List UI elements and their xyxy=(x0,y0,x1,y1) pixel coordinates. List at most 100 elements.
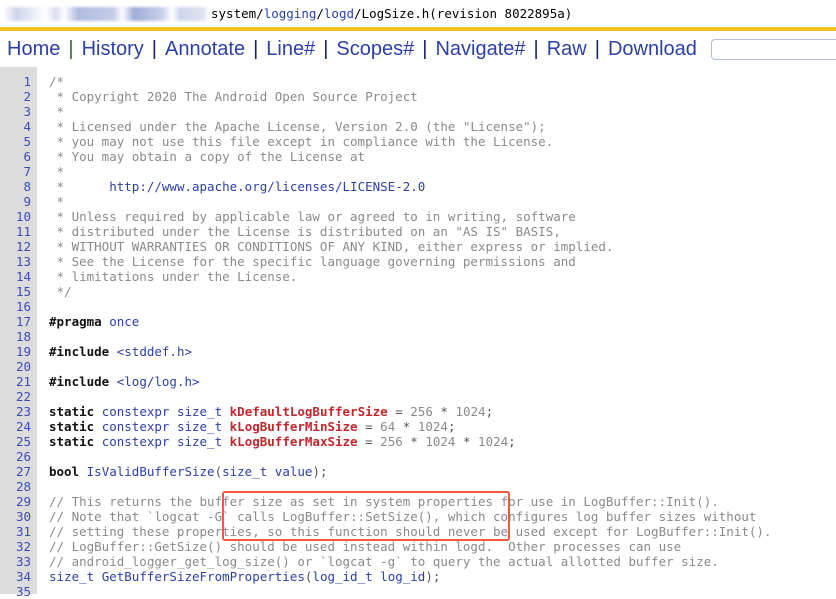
line-number[interactable]: 17 xyxy=(0,314,37,329)
line-number[interactable]: 35 xyxy=(0,584,37,599)
code-token: size_t xyxy=(49,569,95,584)
line-number[interactable]: 14 xyxy=(0,269,37,284)
nav-separator: | xyxy=(422,38,428,60)
license-url-link[interactable]: http://www.apache.org/licenses/LICENSE-2… xyxy=(109,179,425,194)
code-token: constexpr xyxy=(101,404,170,419)
navigation-bar: Home | History | Annotate | Line# | Scopes# | Navi… xyxy=(0,31,836,67)
line-number[interactable]: 28 xyxy=(0,479,37,494)
line-number[interactable]: 27 xyxy=(0,464,37,479)
line-number[interactable]: 5 xyxy=(0,134,37,149)
nav-link-scopes[interactable]: Scopes# xyxy=(329,39,421,59)
source-code[interactable]: /* * Copyright 2020 The Android Open Sou… xyxy=(37,67,836,594)
code-line: */ xyxy=(49,284,836,299)
path-segment-5: / xyxy=(354,6,362,21)
line-number[interactable]: 24 xyxy=(0,419,37,434)
code-token: * WITHOUT WARRANTIES OR CONDITIONS OF AN… xyxy=(49,239,614,254)
line-number[interactable]: 11 xyxy=(0,224,37,239)
code-token: // This returns the buffer size as set i… xyxy=(49,494,719,509)
code-line: * See the License for the specific langu… xyxy=(49,254,836,269)
nav-link-history[interactable]: History xyxy=(75,39,151,59)
code-token: * xyxy=(410,434,418,449)
line-number[interactable]: 20 xyxy=(0,359,37,374)
nav-link-navigate[interactable]: Navigate# xyxy=(428,39,532,59)
code-token: * You may obtain a copy of the License a… xyxy=(49,149,366,164)
code-token: /* xyxy=(49,74,65,89)
line-number[interactable]: 19 xyxy=(0,344,37,359)
code-line: * Copyright 2020 The Android Open Source… xyxy=(49,89,836,104)
line-number[interactable]: 16 xyxy=(0,299,37,314)
line-number[interactable]: 23 xyxy=(0,404,37,419)
code-token: ; xyxy=(485,404,494,419)
code-token: 1024 xyxy=(425,434,456,449)
file-path: system/logging/logd/LogSize.h xyxy=(211,6,429,21)
code-token: * limitations under the License. xyxy=(49,269,298,284)
code-line: #include <stddef.h> xyxy=(49,344,836,359)
code-line: * you may not use this file except in co… xyxy=(49,134,836,149)
code-token: 256 xyxy=(410,404,433,419)
code-token: * Unless required by applicable law or a… xyxy=(49,209,576,224)
path-link-logging[interactable]: logging xyxy=(264,6,317,21)
code-token: static xyxy=(49,404,95,419)
code-token: 1024 xyxy=(478,434,509,449)
line-number[interactable]: 21 xyxy=(0,374,37,389)
line-number[interactable]: 29 xyxy=(0,494,37,509)
line-number[interactable]: 2 xyxy=(0,89,37,104)
path-link-logd[interactable]: logd xyxy=(324,6,354,21)
code-line: * limitations under the License. xyxy=(49,269,836,284)
code-token: * Copyright 2020 The Android Open Source… xyxy=(49,89,418,104)
line-number[interactable]: 34 xyxy=(0,569,37,584)
code-token: * xyxy=(462,434,471,449)
path-segment-3: / xyxy=(316,6,324,21)
code-token: #pragma xyxy=(49,314,102,329)
nav-link-home[interactable]: Home xyxy=(5,39,67,59)
code-token: ); xyxy=(425,569,441,584)
code-token: log_id xyxy=(380,569,426,584)
code-token: static xyxy=(49,419,95,434)
line-number[interactable]: 10 xyxy=(0,209,37,224)
line-number[interactable]: 31 xyxy=(0,524,37,539)
line-number[interactable]: 32 xyxy=(0,539,37,554)
code-line: bool IsValidBufferSize(size_t value); xyxy=(49,464,836,479)
nav-link-download[interactable]: Download xyxy=(601,39,704,59)
code-token: * xyxy=(49,104,65,119)
code-token: constexpr xyxy=(101,419,170,434)
line-number[interactable]: 13 xyxy=(0,254,37,269)
code-line: // This returns the buffer size as set i… xyxy=(49,494,836,509)
code-line: #pragma once xyxy=(49,314,836,329)
code-token: = xyxy=(365,434,373,449)
path-segment-1: / xyxy=(256,6,264,21)
line-number[interactable]: 7 xyxy=(0,164,37,179)
line-number[interactable]: 26 xyxy=(0,449,37,464)
line-number[interactable]: 25 xyxy=(0,434,37,449)
code-line: * You may obtain a copy of the License a… xyxy=(49,149,836,164)
line-number[interactable]: 30 xyxy=(0,509,37,524)
search-input[interactable] xyxy=(710,38,836,60)
line-number[interactable]: 6 xyxy=(0,149,37,164)
line-number[interactable]: 22 xyxy=(0,389,37,404)
code-line: * http://www.apache.org/licenses/LICENSE… xyxy=(49,179,836,194)
line-number[interactable]: 8 xyxy=(0,179,37,194)
line-number[interactable]: 1 xyxy=(0,74,37,89)
line-number[interactable]: 15 xyxy=(0,284,37,299)
line-number[interactable]: 4 xyxy=(0,119,37,134)
code-line: static constexpr size_t kLogBufferMinSiz… xyxy=(49,419,836,434)
code-token: ; xyxy=(508,434,516,449)
nav-link-line[interactable]: Line# xyxy=(259,39,322,59)
code-line: // LogBuffer::GetSize() should be used i… xyxy=(49,539,836,554)
line-number[interactable]: 33 xyxy=(0,554,37,569)
code-token: bool xyxy=(49,464,80,479)
line-number[interactable]: 3 xyxy=(0,104,37,119)
line-number[interactable]: 18 xyxy=(0,329,37,344)
code-line: * xyxy=(49,194,836,209)
line-number[interactable]: 9 xyxy=(0,194,37,209)
line-number[interactable]: 12 xyxy=(0,239,37,254)
nav-link-annotate[interactable]: Annotate xyxy=(158,39,252,59)
nav-link-raw[interactable]: Raw xyxy=(540,39,594,59)
